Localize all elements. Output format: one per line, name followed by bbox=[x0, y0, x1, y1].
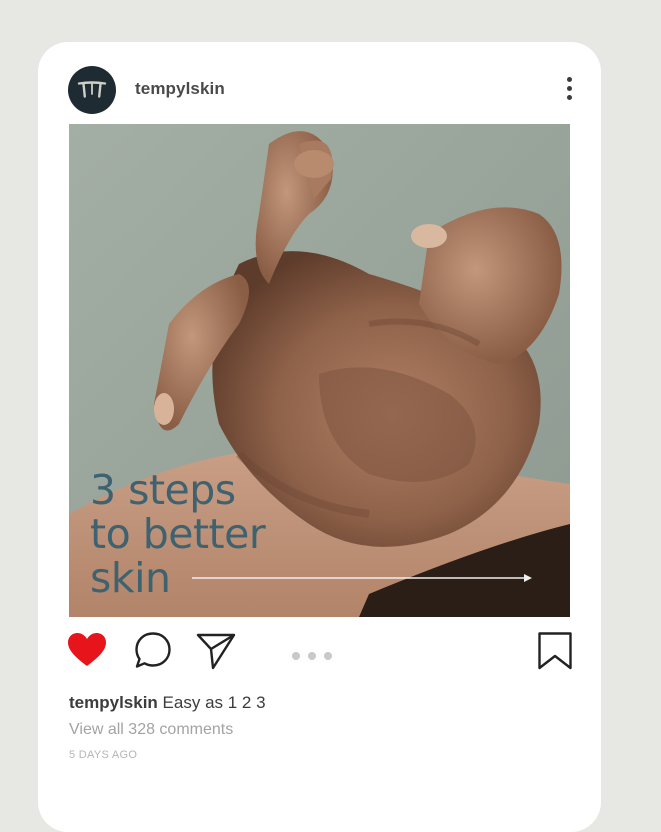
post-caption: tempylskin Easy as 1 2 3 bbox=[69, 693, 266, 713]
caption-text: Easy as 1 2 3 bbox=[162, 693, 266, 712]
more-options-button[interactable] bbox=[561, 76, 579, 104]
more-vertical-dot bbox=[567, 95, 572, 100]
overlay-line: to better bbox=[90, 510, 266, 558]
carousel-dots-indicator bbox=[292, 647, 340, 665]
carousel-dot bbox=[308, 652, 316, 660]
like-button[interactable] bbox=[67, 632, 107, 673]
avatar[interactable] bbox=[68, 66, 116, 114]
save-button[interactable] bbox=[537, 631, 573, 676]
share-button[interactable] bbox=[196, 632, 236, 675]
post-image[interactable]: 3 steps to better skin bbox=[69, 124, 570, 617]
carousel-dot bbox=[324, 652, 332, 660]
caption-username[interactable]: tempylskin bbox=[69, 693, 158, 712]
more-vertical-dot bbox=[567, 86, 572, 91]
bookmark-icon bbox=[538, 632, 572, 670]
overlay-line: 3 steps bbox=[90, 466, 236, 514]
post-header: tempylskin bbox=[68, 66, 579, 114]
carousel-dot bbox=[292, 652, 300, 660]
brand-logo-icon bbox=[77, 81, 107, 98]
heart-filled-icon bbox=[68, 633, 106, 666]
more-vertical-icon bbox=[567, 77, 572, 82]
arrow-right-icon bbox=[192, 574, 532, 582]
send-paper-plane-icon bbox=[196, 633, 236, 670]
post-card: tempylskin 3 steps to better skin tempyl… bbox=[38, 42, 601, 832]
comment-bubble-icon bbox=[135, 632, 171, 668]
post-username[interactable]: tempylskin bbox=[135, 79, 225, 99]
post-actions-bar bbox=[67, 630, 572, 672]
view-all-comments-link[interactable]: View all 328 comments bbox=[69, 721, 233, 739]
post-timestamp: 5 DAYS AGO bbox=[69, 749, 138, 761]
comment-button[interactable] bbox=[134, 631, 172, 674]
